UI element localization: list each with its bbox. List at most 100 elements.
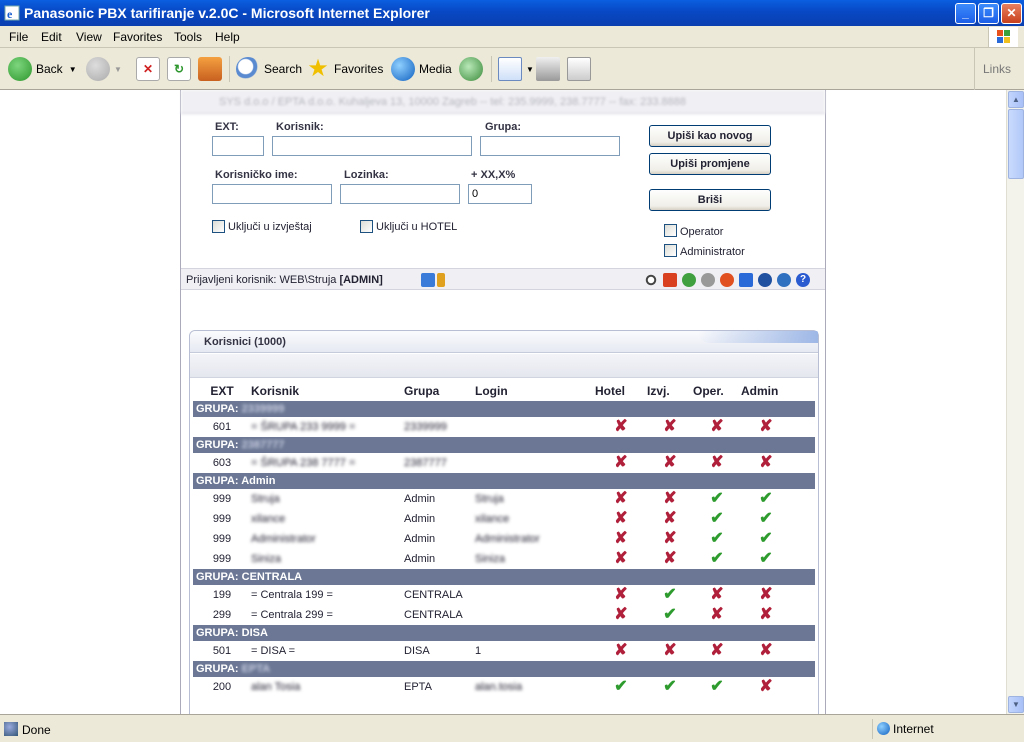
vertical-scrollbar[interactable]: ▲ ▼	[1006, 90, 1024, 714]
table-row[interactable]: 199 = Centrala 199 = CENTRALA ✘ ✔ ✘ ✘	[193, 585, 815, 605]
oper-cell: ✘	[693, 605, 741, 625]
report-checkbox[interactable]	[212, 220, 225, 233]
table-row[interactable]: 999 xilance Admin xilance ✘ ✘ ✔ ✔	[193, 509, 815, 529]
print-button[interactable]	[536, 54, 564, 84]
table-row[interactable]: 999 Struja Admin Struja ✘ ✘ ✔ ✔	[193, 489, 815, 509]
oper-cell: ✘	[693, 417, 741, 437]
clock-icon[interactable]	[720, 273, 734, 287]
stop-icon: ✕	[136, 57, 160, 81]
login-cell	[475, 453, 595, 473]
links-bar[interactable]: Links	[974, 48, 1024, 90]
favorites-button[interactable]: ★ Favorites	[306, 54, 383, 84]
maximize-button[interactable]: ❐	[978, 3, 999, 24]
scroll-thumb[interactable]	[1008, 109, 1024, 179]
admin-cell: ✘	[741, 453, 791, 473]
username-input[interactable]	[212, 184, 332, 204]
table-row[interactable]: 999 Administrator Admin Administrator ✘ ✘ ✔ ✔	[193, 529, 815, 549]
menu-file[interactable]: File	[9, 30, 28, 44]
browser-viewport: SYS d.o.o / EPTA d.o.o. Kuhaljeva 13, 10…	[0, 90, 1006, 714]
table-row[interactable]: 999 Siniza Admin Siniza ✘ ✘ ✔ ✔	[193, 549, 815, 569]
history-button[interactable]	[459, 54, 487, 84]
group-header-row: GRUPA: EPTA	[193, 661, 815, 677]
login-cell: Siniza	[475, 553, 505, 565]
switch-user-icon[interactable]	[421, 273, 435, 287]
database-icon[interactable]	[758, 273, 772, 287]
menu-view[interactable]: View	[76, 30, 102, 44]
report-checkbox-label: Uključi u izvještaj	[228, 221, 312, 233]
login-cell: Administrator	[475, 533, 540, 545]
globe-icon[interactable]	[777, 273, 791, 287]
username-label: Korisničko ime:	[215, 169, 298, 181]
scroll-down-icon[interactable]: ▼	[1008, 696, 1024, 713]
scroll-up-icon[interactable]: ▲	[1008, 91, 1024, 108]
forward-button[interactable]: ▼	[86, 54, 122, 84]
menu-favorites[interactable]: Favorites	[113, 30, 162, 44]
check-icon: ✔	[710, 530, 724, 547]
login-cell: 1	[475, 645, 482, 657]
svg-text:e: e	[7, 7, 13, 21]
ext-cell: 501	[212, 645, 232, 657]
search-icon[interactable]	[644, 273, 658, 287]
izvj-cell: ✘	[647, 489, 693, 509]
table-row[interactable]: 601 = ŠRUPA 233 9999 = 2339999 ✘ ✘ ✘ ✘	[193, 417, 815, 437]
table-row[interactable]: 200 alan Tosia EPTA alan.tosia ✔ ✔ ✔ ✘	[193, 677, 815, 697]
korisnik-cell: alan Tosia	[251, 681, 301, 693]
group-header-row: GRUPA: Admin	[193, 473, 815, 489]
back-dropdown-icon[interactable]: ▼	[69, 65, 77, 74]
ext-cell: 999	[212, 493, 232, 505]
windows-icon[interactable]	[739, 273, 753, 287]
title-bar: e Panasonic PBX tarifiranje v.2.0C - Mic…	[0, 0, 1024, 26]
ext-label: EXT:	[215, 121, 239, 133]
search-button[interactable]: Search	[236, 54, 302, 84]
korisnik-input[interactable]	[272, 136, 472, 156]
cross-icon: ✘	[614, 642, 628, 659]
media-button[interactable]: Media	[391, 54, 452, 84]
izvj-cell: ✘	[647, 549, 693, 569]
admin-cell: ✘	[741, 585, 791, 605]
korisnik-cell: = ŠRUPA 233 9999 =	[251, 421, 356, 433]
check-icon: ✔	[710, 678, 724, 695]
table-row[interactable]: 501 = DISA = DISA 1 ✘ ✘ ✘ ✘	[193, 641, 815, 661]
users-icon[interactable]	[682, 273, 696, 287]
ext-input[interactable]	[212, 136, 264, 156]
hotel-checkbox[interactable]	[360, 220, 373, 233]
settings-gear-icon[interactable]	[701, 273, 715, 287]
favorites-star-icon: ★	[307, 55, 329, 82]
menu-help[interactable]: Help	[215, 30, 240, 44]
back-button[interactable]: Back ▼	[8, 54, 77, 84]
home-icon[interactable]	[663, 273, 677, 287]
hotel-cell: ✘	[595, 529, 647, 549]
admin-cell: ✘	[741, 641, 791, 661]
key-icon[interactable]	[437, 273, 445, 287]
mail-button[interactable]: ▼	[498, 54, 534, 84]
close-button[interactable]: ✕	[1001, 3, 1022, 24]
save-new-button[interactable]: Upiši kao novog	[649, 125, 771, 147]
stop-button[interactable]: ✕	[136, 54, 164, 84]
operator-checkbox[interactable]	[664, 224, 677, 237]
menu-tools[interactable]: Tools	[174, 30, 202, 44]
mail-dropdown-icon[interactable]: ▼	[526, 65, 534, 74]
refresh-button[interactable]: ↻	[167, 54, 195, 84]
home-button[interactable]	[198, 54, 226, 84]
edit-button[interactable]	[567, 54, 595, 84]
col-admin: Admin	[741, 384, 779, 398]
minimize-button[interactable]: _	[955, 3, 976, 24]
page-icon	[4, 722, 18, 736]
col-korisnik: Korisnik	[251, 384, 300, 398]
cross-icon: ✘	[710, 454, 724, 471]
help-icon[interactable]: ?	[796, 273, 810, 287]
menu-edit[interactable]: Edit	[41, 30, 62, 44]
delete-button[interactable]: Briši	[649, 189, 771, 211]
percent-input[interactable]	[468, 184, 532, 204]
oper-cell: ✔	[693, 529, 741, 549]
table-row[interactable]: 603 = ŠRUPA 238 7777 = 2387777 ✘ ✘ ✘ ✘	[193, 453, 815, 473]
table-row[interactable]: 299 = Centrala 299 = CENTRALA ✘ ✔ ✘ ✘	[193, 605, 815, 625]
cross-icon: ✘	[614, 510, 628, 527]
password-input[interactable]	[340, 184, 460, 204]
grupa-input[interactable]	[480, 136, 620, 156]
izvj-cell: ✘	[647, 529, 693, 549]
save-changes-button[interactable]: Upiši promjene	[649, 153, 771, 175]
administrator-checkbox[interactable]	[664, 244, 677, 257]
cross-icon: ✘	[614, 586, 628, 603]
korisnik-cell: = Centrala 299 =	[251, 609, 333, 621]
